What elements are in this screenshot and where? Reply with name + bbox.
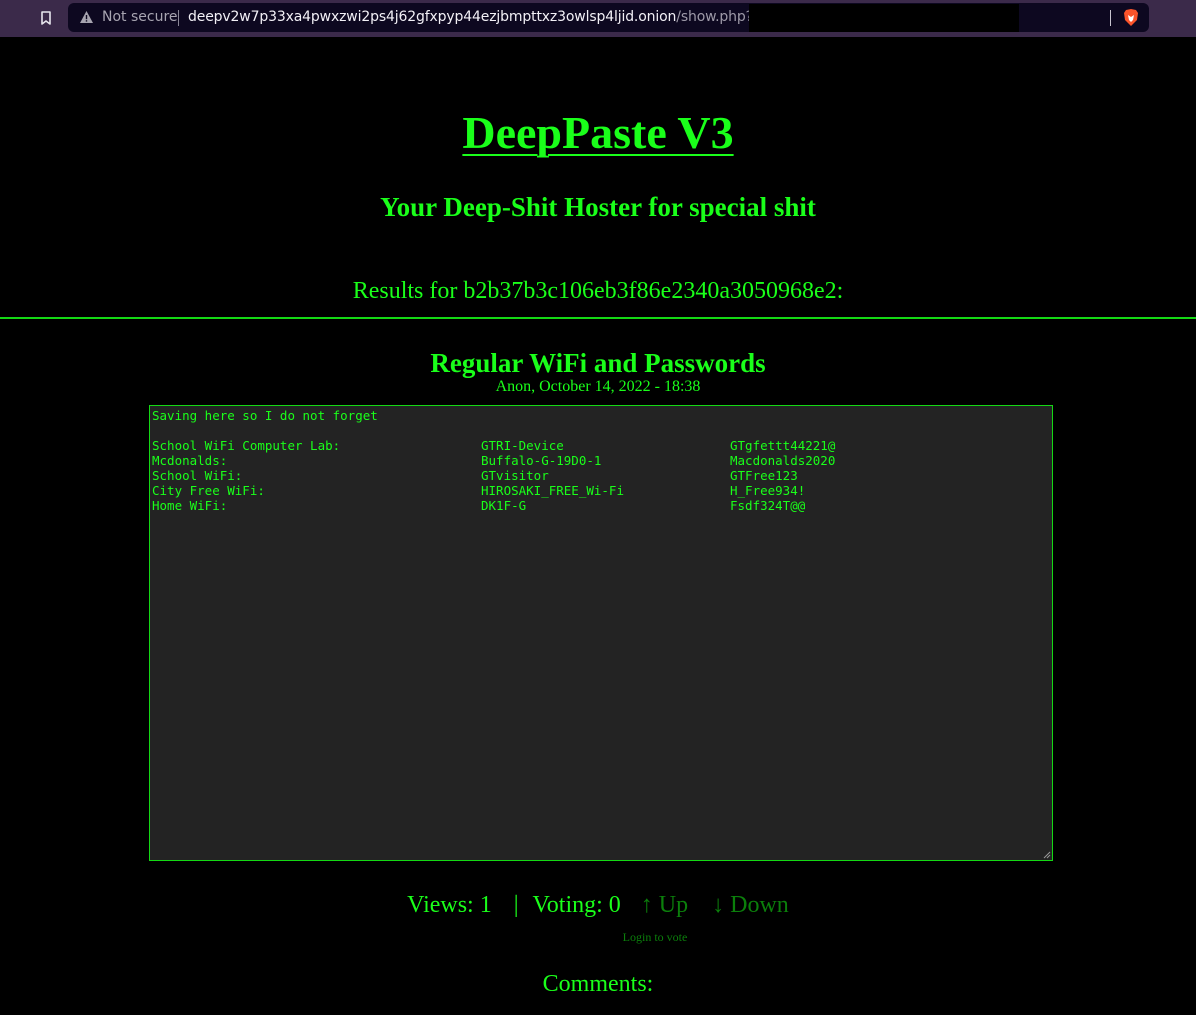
row-network: DK1F-G — [481, 498, 527, 513]
brave-shield-icon[interactable] — [1123, 8, 1139, 27]
vote-up-link[interactable]: ↑ Up — [641, 890, 688, 920]
address-separator-right — [1110, 10, 1111, 26]
page-content: DeepPaste V3 Your Deep-Shit Hoster for s… — [0, 37, 1196, 1015]
bookmark-icon[interactable] — [37, 9, 55, 27]
browser-toolbar: Not secure deepv2w7p33xa4pwxzwi2ps4j62gf… — [0, 0, 1196, 37]
address-bar[interactable]: Not secure deepv2w7p33xa4pwxzwi2ps4j62gf… — [68, 3, 1149, 32]
paste-row: School WiFi: GTvisitor GTFree123 — [152, 468, 1050, 483]
row-label: School WiFi: — [152, 468, 243, 483]
row-label: Home WiFi: — [152, 498, 228, 513]
paste-intro: Saving here so I do not forget — [152, 408, 378, 423]
url-host: deepv2w7p33xa4pwxzwi2ps4j62gfxpyp44ezjbm… — [188, 9, 677, 25]
row-network: Buffalo-G-19D0-1 — [481, 453, 602, 468]
stats-row: Views: 1 | Voting: 0 ↑ Up ↓ Down — [0, 890, 1196, 920]
site-subtitle: Your Deep-Shit Hoster for special shit — [380, 192, 816, 222]
paste-row: School WiFi Computer Lab: GTRI-Device GT… — [152, 438, 1050, 453]
site-title[interactable]: DeepPaste V3 — [0, 107, 1196, 159]
paste-row: Mcdonalds: Buffalo-G-19D0-1 Macdonalds20… — [152, 453, 1050, 468]
paste-content-textarea[interactable]: Saving here so I do not forget School Wi… — [149, 405, 1053, 861]
voting-count: Voting: 0 — [532, 892, 621, 918]
security-status[interactable]: Not secure — [102, 9, 178, 25]
row-password: GTFree123 — [730, 468, 798, 483]
vote-down-link[interactable]: ↓ Down — [712, 890, 789, 920]
comments-heading: Comments: — [542, 971, 654, 997]
paste-title: Regular WiFi and Passwords — [430, 348, 766, 378]
row-network: GTvisitor — [481, 468, 549, 483]
row-network: HIROSAKI_FREE_Wi-Fi — [481, 483, 624, 498]
login-to-vote-link[interactable]: Login to vote — [555, 930, 755, 945]
divider — [0, 317, 1196, 319]
url-text[interactable]: deepv2w7p33xa4pwxzwi2ps4j62gfxpyp44ezjbm… — [188, 9, 796, 25]
row-label: City Free WiFi: — [152, 483, 265, 498]
row-password: Fsdf324T@@ — [730, 498, 806, 513]
row-label: Mcdonalds: — [152, 453, 228, 468]
stats-separator: | — [513, 892, 519, 918]
views-count: Views: 1 — [407, 892, 492, 918]
row-password: Macdonalds2020 — [730, 453, 836, 468]
paste-meta: Anon, October 14, 2022 - 18:38 — [495, 378, 701, 395]
resize-handle-icon[interactable] — [1043, 851, 1051, 859]
paste-row: City Free WiFi: HIROSAKI_FREE_Wi-Fi H_Fr… — [152, 483, 1050, 498]
results-heading: Results for b2b37b3c106eb3f86e2340a30509… — [352, 278, 844, 304]
paste-row: Home WiFi: DK1F-G Fsdf324T@@ — [152, 498, 1050, 513]
address-separator — [178, 10, 179, 26]
row-network: GTRI-Device — [481, 438, 564, 453]
warning-icon[interactable] — [79, 10, 94, 24]
row-label: School WiFi Computer Lab: — [152, 438, 341, 453]
row-password: H_Free934! — [730, 483, 806, 498]
redacted-block — [749, 4, 1019, 32]
row-password: GTgfettt44221@ — [730, 438, 836, 453]
